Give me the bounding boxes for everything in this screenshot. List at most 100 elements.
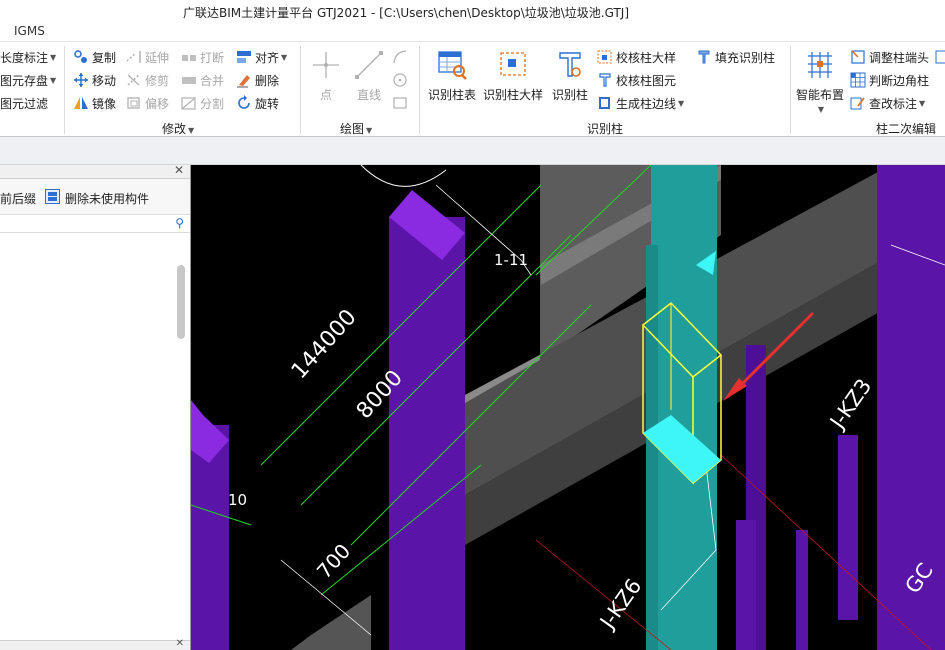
rotate-button[interactable]: 旋转 [236, 93, 279, 113]
purple-column-thin [796, 530, 808, 650]
edit-annotation-icon [850, 95, 866, 111]
adjust-column-end-button[interactable]: 调整柱端头 [850, 47, 929, 67]
column-edge-icon [597, 95, 613, 111]
rotate-icon [236, 95, 252, 111]
element-filter-button[interactable]: 图元过滤 [0, 93, 48, 113]
check-column-detail-button[interactable]: 校核柱大样 [597, 47, 676, 67]
offset-button[interactable]: 偏移 [126, 93, 169, 113]
overflow-button[interactable] [934, 47, 945, 67]
trim-icon [126, 72, 142, 88]
check-column-element-label: 校核柱图元 [616, 73, 677, 88]
circle-button[interactable] [392, 70, 411, 90]
scrollbar[interactable] [177, 265, 185, 339]
identify-column-table-button[interactable]: 识别柱表 [424, 48, 480, 103]
merge-button[interactable]: 合并 [181, 70, 224, 90]
arc-button[interactable] [392, 47, 411, 67]
column-label-j-kz6: J-KZ6 [594, 574, 646, 634]
mirror-icon [73, 95, 89, 111]
column-detail-icon [495, 48, 531, 82]
merge-icon [181, 72, 197, 88]
copy-icon [73, 49, 89, 65]
check-column-element-button[interactable]: 校核柱图元 [597, 70, 676, 90]
delete-button[interactable]: 删除 [236, 70, 279, 90]
identify-column-button[interactable]: 识别柱 [542, 48, 598, 103]
axis-label-10: 10 [228, 491, 247, 509]
mirror-label: 镜像 [92, 96, 117, 111]
split-label: 分割 [200, 96, 225, 111]
teal-column [651, 165, 717, 650]
ribbon: 长度标注 ▼ 图元存盘 ▼ 图元过滤 复制 移动 镜像 延伸 修剪 偏移 打断 合并 [0, 41, 945, 137]
check-detail-icon [597, 49, 613, 65]
generate-column-edge-button[interactable]: 生成柱边线 ▼ [597, 93, 684, 113]
rectangle-icon [392, 95, 408, 111]
move-label: 移动 [92, 73, 117, 88]
toolbar-strip [0, 137, 945, 165]
element-save-button[interactable]: 图元存盘 ▼ [0, 70, 56, 90]
draw-group-title[interactable]: 绘图 ▼ [340, 120, 372, 137]
line-button[interactable]: 直线 [341, 48, 397, 103]
align-icon [236, 49, 252, 65]
group-separator [790, 46, 791, 134]
axis-bubble [360, 165, 447, 187]
identify-column-detail-button[interactable]: 识别柱大样 [482, 48, 544, 103]
fill-column-icon [696, 49, 712, 65]
length-dimension-label: 长度标注 [0, 50, 49, 65]
close-icon[interactable]: ✕ [174, 163, 184, 177]
copy-button[interactable]: 复制 [73, 47, 116, 67]
adjust-end-icon [850, 49, 866, 65]
group-separator [64, 46, 65, 134]
align-button[interactable]: 对齐 ▼ [236, 47, 287, 67]
delete-label: 删除 [255, 73, 280, 88]
check-column-detail-label: 校核柱大样 [616, 50, 677, 65]
axis-label-1-11: 1-11 [494, 251, 528, 269]
length-dimension-button[interactable]: 长度标注 ▼ [0, 47, 56, 67]
eraser-icon [236, 72, 252, 88]
extend-button[interactable]: 延伸 [126, 47, 169, 67]
align-label: 对齐 [255, 50, 280, 65]
mirror-button[interactable]: 镜像 [73, 93, 116, 113]
corner-column-icon [850, 72, 866, 88]
smart-layout-button[interactable]: 智能布置 ▼ [792, 48, 848, 114]
fill-identify-column-button[interactable]: 填充识别柱 [696, 47, 775, 67]
identify-column-group-title: 识别柱 [587, 122, 624, 136]
move-icon [73, 72, 89, 88]
judge-corner-column-button[interactable]: 判断边角柱 [850, 70, 929, 90]
search-input[interactable]: ⚲ [0, 215, 190, 233]
arc-icon [392, 49, 408, 65]
smart-layout-label: 智能布置 [795, 88, 844, 102]
identify-column-label: 识别柱 [551, 88, 588, 102]
title-bar: 广联达BIM土建计量平台 GTJ2021 - [C:\Users\chen\De… [0, 0, 945, 22]
break-button[interactable]: 打断 [181, 47, 224, 67]
close-icon[interactable]: ✕ [176, 638, 184, 649]
identify-column-icon [552, 48, 588, 82]
rectangle-button[interactable] [392, 93, 411, 113]
break-label: 打断 [200, 50, 225, 65]
line-icon [351, 48, 387, 82]
judge-corner-column-label: 判断边角柱 [869, 73, 930, 88]
identify-column-table-label: 识别柱表 [427, 88, 476, 102]
edit-annotation-button[interactable]: 查改标注 ▼ [850, 93, 925, 113]
rotate-label: 旋转 [255, 96, 280, 111]
move-button[interactable]: 移动 [73, 70, 116, 90]
split-icon [181, 95, 197, 111]
column-label-j-kz3: J-KZ3 [824, 374, 876, 434]
split-button[interactable]: 分割 [181, 93, 224, 113]
prefix-suffix-button[interactable]: 前后缀 [0, 190, 36, 207]
extend-label: 延伸 [145, 50, 170, 65]
point-label: 点 [319, 88, 332, 102]
fill-identify-column-label: 填充识别柱 [715, 50, 776, 65]
table-search-icon [434, 48, 470, 82]
tab-igms[interactable]: IGMS [14, 24, 45, 38]
delete-unused-components-button[interactable]: 删除未使用构件 [65, 190, 149, 207]
viewport-canvas[interactable]: 144000 8000 1-11 10 700 J-KZ6 J-KZ3 GC [191, 165, 945, 650]
group-separator [419, 46, 420, 134]
edit-annotation-label: 查改标注 [869, 96, 918, 111]
break-icon [181, 49, 197, 65]
line-label: 直线 [356, 88, 381, 102]
panel-toolbar: 前后缀 删除未使用构件 [0, 179, 190, 215]
trim-label: 修剪 [145, 73, 170, 88]
generate-column-edge-label: 生成柱边线 [616, 96, 677, 111]
modify-group-title[interactable]: 修改 ▼ [162, 120, 194, 137]
model-viewport[interactable]: 144000 8000 1-11 10 700 J-KZ6 J-KZ3 GC [191, 165, 945, 650]
trim-button[interactable]: 修剪 [126, 70, 169, 90]
